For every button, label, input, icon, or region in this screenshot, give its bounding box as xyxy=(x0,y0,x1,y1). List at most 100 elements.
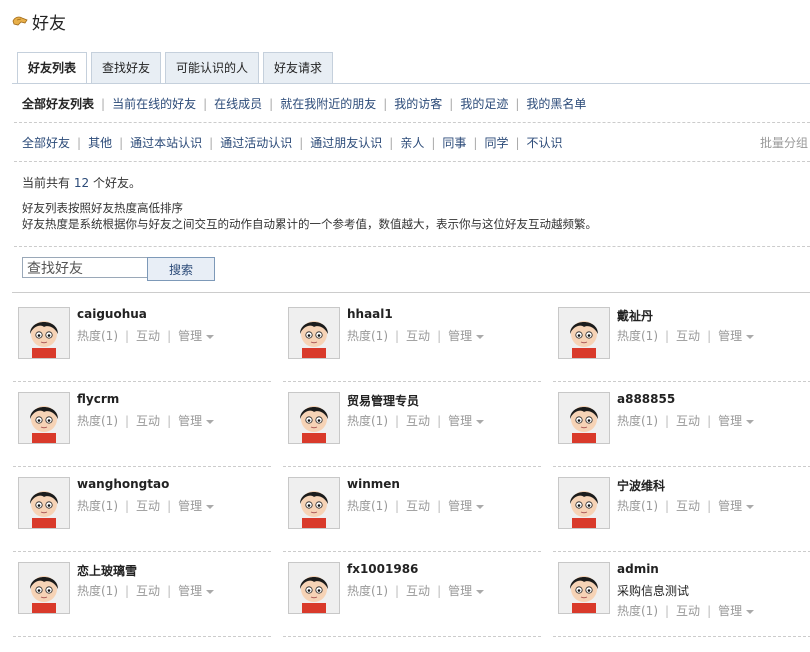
group-classmates[interactable]: 同学 xyxy=(484,134,508,151)
manage-menu[interactable]: 管理 xyxy=(178,584,215,598)
interact-link[interactable]: 互动 xyxy=(136,499,160,513)
group-via-friends[interactable]: 通过朋友认识 xyxy=(310,134,382,151)
manage-menu[interactable]: 管理 xyxy=(718,604,755,618)
interact-link[interactable]: 互动 xyxy=(136,329,160,343)
friend-actions: 热度(1) | 互动 | 管理 xyxy=(347,412,485,429)
tab-bar: 好友列表 查找好友 可能认识的人 好友请求 xyxy=(17,52,337,84)
separator: | xyxy=(101,96,106,111)
avatar[interactable] xyxy=(18,562,70,614)
manage-label: 管理 xyxy=(718,414,743,428)
subnav-all-friends[interactable]: 全部好友列表 xyxy=(22,95,94,112)
divider xyxy=(283,381,541,382)
subnav-my-visitors[interactable]: 我的访客 xyxy=(394,95,442,112)
friend-name[interactable]: 宁波维科 xyxy=(617,477,665,494)
avatar[interactable] xyxy=(558,307,610,359)
interact-link[interactable]: 互动 xyxy=(406,499,430,513)
group-all-friends[interactable]: 全部好友 xyxy=(22,134,70,151)
group-other[interactable]: 其他 xyxy=(88,134,112,151)
search-input[interactable] xyxy=(22,257,148,278)
manage-menu[interactable]: 管理 xyxy=(718,414,755,428)
heat-value: 热度(1) xyxy=(617,329,658,343)
tab-friend-requests[interactable]: 好友请求 xyxy=(263,52,334,83)
chevron-down-icon xyxy=(206,334,215,339)
group-family[interactable]: 亲人 xyxy=(400,134,424,151)
friend-name[interactable]: fx1001986 xyxy=(347,562,418,576)
friend-name[interactable]: winmen xyxy=(347,477,400,491)
manage-menu[interactable]: 管理 xyxy=(448,584,485,598)
avatar[interactable] xyxy=(288,477,340,529)
friend-count: 当前共有 12 个好友。 xyxy=(22,174,141,191)
manage-menu[interactable]: 管理 xyxy=(718,499,755,513)
manage-menu[interactable]: 管理 xyxy=(448,329,485,343)
subnav-online-members[interactable]: 在线成员 xyxy=(214,95,262,112)
subnav-nearby-friends[interactable]: 就在我附近的朋友 xyxy=(280,95,376,112)
avatar[interactable] xyxy=(558,477,610,529)
manage-menu[interactable]: 管理 xyxy=(448,414,485,428)
interact-link[interactable]: 互动 xyxy=(676,604,700,618)
manage-menu[interactable]: 管理 xyxy=(178,499,215,513)
avatar[interactable] xyxy=(558,392,610,444)
interact-link[interactable]: 互动 xyxy=(136,584,160,598)
friend-name[interactable]: 恋上玻璃雪 xyxy=(77,562,137,579)
tab-divider xyxy=(12,83,810,84)
manage-label: 管理 xyxy=(178,584,203,598)
batch-group-link[interactable]: 批量分组 xyxy=(760,134,810,151)
interact-link[interactable]: 互动 xyxy=(136,414,160,428)
separator: | xyxy=(515,96,520,111)
group-colleagues[interactable]: 同事 xyxy=(442,134,466,151)
avatar[interactable] xyxy=(288,562,340,614)
divider xyxy=(14,122,810,123)
separator: | xyxy=(269,96,274,111)
heat-value: 热度(1) xyxy=(347,414,388,428)
interact-link[interactable]: 互动 xyxy=(676,329,700,343)
subnav-my-footprints[interactable]: 我的足迹 xyxy=(460,95,508,112)
friend-name[interactable]: flycrm xyxy=(77,392,119,406)
subnav-online-friends[interactable]: 当前在线的好友 xyxy=(112,95,196,112)
separator: | xyxy=(437,499,442,513)
tab-find-friends[interactable]: 查找好友 xyxy=(91,52,162,83)
manage-menu[interactable]: 管理 xyxy=(448,499,485,513)
separator: | xyxy=(473,135,478,150)
friend-name[interactable]: wanghongtao xyxy=(77,477,169,491)
search-button[interactable]: 搜索 xyxy=(147,257,215,281)
manage-menu[interactable]: 管理 xyxy=(178,414,215,428)
friend-name[interactable]: caiguohua xyxy=(77,307,147,321)
manage-menu[interactable]: 管理 xyxy=(178,329,215,343)
avatar[interactable] xyxy=(288,392,340,444)
interact-link[interactable]: 互动 xyxy=(676,499,700,513)
avatar[interactable] xyxy=(18,307,70,359)
separator: | xyxy=(665,414,670,428)
friend-name[interactable]: 贸易管理专员 xyxy=(347,392,419,409)
friend-card: hhaal1 热度(1) | 互动 | 管理 xyxy=(283,307,541,382)
interact-link[interactable]: 互动 xyxy=(406,329,430,343)
interact-link[interactable]: 互动 xyxy=(676,414,700,428)
manage-menu[interactable]: 管理 xyxy=(718,329,755,343)
friend-name[interactable]: 戴祉丹 xyxy=(617,307,653,324)
tab-friend-list[interactable]: 好友列表 xyxy=(17,52,88,84)
friend-name[interactable]: hhaal1 xyxy=(347,307,393,321)
manage-label: 管理 xyxy=(718,499,743,513)
friend-name[interactable]: a888855 xyxy=(617,392,675,406)
manage-label: 管理 xyxy=(448,499,473,513)
interact-link[interactable]: 互动 xyxy=(406,584,430,598)
avatar[interactable] xyxy=(558,562,610,614)
avatar[interactable] xyxy=(18,477,70,529)
divider xyxy=(283,466,541,467)
group-unknown[interactable]: 不认识 xyxy=(527,134,563,151)
avatar[interactable] xyxy=(288,307,340,359)
friend-card: a888855 热度(1) | 互动 | 管理 xyxy=(553,392,810,467)
interact-link[interactable]: 互动 xyxy=(406,414,430,428)
avatar[interactable] xyxy=(18,392,70,444)
subnav-my-blacklist[interactable]: 我的黑名单 xyxy=(526,95,586,112)
group-via-site[interactable]: 通过本站认识 xyxy=(130,134,202,151)
friend-note: 采购信息测试 xyxy=(617,584,690,598)
chevron-down-icon xyxy=(746,334,755,339)
friend-name[interactable]: admin xyxy=(617,562,659,576)
separator: | xyxy=(167,414,172,428)
friend-card: 恋上玻璃雪 热度(1) | 互动 | 管理 xyxy=(13,562,271,637)
separator: | xyxy=(437,584,442,598)
tab-people-you-may-know[interactable]: 可能认识的人 xyxy=(165,52,260,83)
divider xyxy=(553,381,810,382)
group-via-event[interactable]: 通过活动认识 xyxy=(220,134,292,151)
separator: | xyxy=(383,96,388,111)
